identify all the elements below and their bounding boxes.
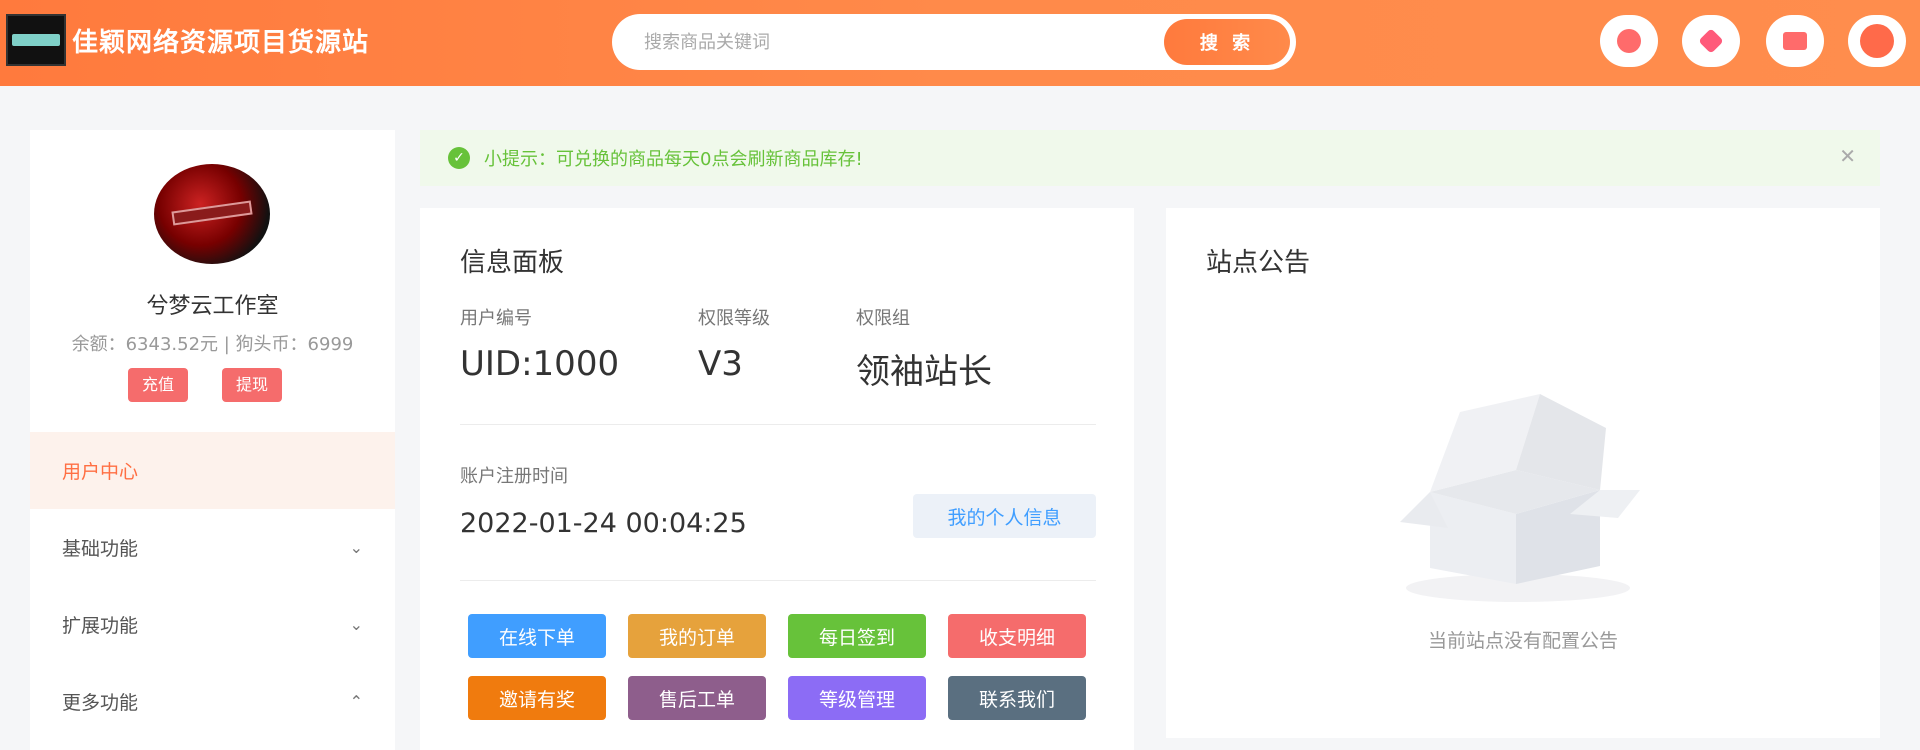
my-profile-button[interactable]: 我的个人信息 bbox=[913, 494, 1096, 538]
reg-time-value: 2022-01-24 00:04:25 bbox=[460, 508, 747, 539]
group-value: 领袖站长 bbox=[856, 352, 992, 392]
sidebar-item-extended[interactable]: 扩展功能 ⌄ bbox=[30, 586, 395, 663]
top-header: 佳颖网络资源项目货源站 搜 索 bbox=[0, 0, 1920, 86]
sidebar-item-label: 用户中心 bbox=[62, 461, 139, 483]
balance-text: 余额：6343.52元 | 狗头币：6999 bbox=[71, 334, 354, 355]
daily-checkin-button[interactable]: 每日签到 bbox=[788, 614, 926, 658]
tip-text: 小提示：可兑换的商品每天0点会刷新商品库存! bbox=[484, 149, 863, 170]
sidebar-item-label: 扩展功能 bbox=[62, 615, 139, 637]
user-icon[interactable] bbox=[1848, 15, 1906, 67]
level-value: V3 bbox=[698, 344, 743, 384]
notice-panel-title: 站点公告 bbox=[1206, 248, 1311, 278]
notice-panel: 站点公告 当前站点没有配置公告 bbox=[1166, 208, 1880, 738]
site-logo[interactable] bbox=[6, 14, 66, 66]
level-label: 权限等级 bbox=[698, 308, 770, 329]
order-online-button[interactable]: 在线下单 bbox=[468, 614, 606, 658]
uid-value: UID:1000 bbox=[460, 344, 620, 384]
sidebar-item-more[interactable]: 更多功能 ⌃ bbox=[30, 663, 395, 740]
level-management-button[interactable]: 等级管理 bbox=[788, 676, 926, 720]
site-title[interactable]: 佳颖网络资源项目货源站 bbox=[72, 22, 369, 59]
tip-alert: ✓ 小提示：可兑换的商品每天0点会刷新商品库存! ✕ bbox=[420, 130, 1880, 186]
close-icon[interactable]: ✕ bbox=[1839, 144, 1856, 168]
uid-label: 用户编号 bbox=[460, 308, 532, 329]
search-input[interactable] bbox=[644, 14, 1144, 70]
chevron-up-icon: ⌃ bbox=[349, 692, 363, 711]
avatar[interactable] bbox=[154, 164, 270, 264]
info-panel: 信息面板 用户编号 UID:1000 权限等级 V3 权限组 领袖站长 账户注册… bbox=[420, 208, 1134, 750]
sidebar-item-label: 更多功能 bbox=[62, 692, 139, 714]
reg-time-label: 账户注册时间 bbox=[460, 466, 568, 487]
search-button[interactable]: 搜 索 bbox=[1164, 19, 1290, 65]
smile-icon[interactable] bbox=[1600, 15, 1658, 67]
user-name: 兮梦云工作室 bbox=[146, 294, 279, 319]
sidebar: 兮梦云工作室 余额：6343.52元 | 狗头币：6999 充值 提现 用户中心… bbox=[30, 130, 395, 750]
divider bbox=[460, 424, 1096, 425]
recharge-button[interactable]: 充值 bbox=[128, 368, 189, 402]
heart-icon[interactable] bbox=[1682, 15, 1740, 67]
search-bar: 搜 索 bbox=[612, 14, 1296, 70]
income-details-button[interactable]: 收支明细 bbox=[948, 614, 1086, 658]
group-label: 权限组 bbox=[856, 308, 910, 329]
info-panel-title: 信息面板 bbox=[460, 248, 565, 278]
check-icon: ✓ bbox=[448, 147, 470, 169]
my-orders-button[interactable]: 我的订单 bbox=[628, 614, 766, 658]
invite-reward-button[interactable]: 邀请有奖 bbox=[468, 676, 606, 720]
divider bbox=[460, 580, 1096, 581]
sidebar-item-user-center[interactable]: 用户中心 bbox=[30, 432, 395, 509]
card-icon[interactable] bbox=[1766, 15, 1824, 67]
withdraw-button[interactable]: 提现 bbox=[222, 368, 283, 402]
avatar-band bbox=[171, 200, 253, 226]
chevron-down-icon: ⌄ bbox=[349, 615, 363, 634]
sidebar-item-label: 基础功能 bbox=[62, 538, 139, 560]
contact-us-button[interactable]: 联系我们 bbox=[948, 676, 1086, 720]
sidebar-item-basic[interactable]: 基础功能 ⌄ bbox=[30, 509, 395, 586]
after-sales-ticket-button[interactable]: 售后工单 bbox=[628, 676, 766, 720]
chevron-down-icon: ⌄ bbox=[349, 538, 363, 557]
empty-notice-text: 当前站点没有配置公告 bbox=[1427, 630, 1618, 652]
empty-box-icon bbox=[1400, 394, 1640, 602]
logo-ribbon bbox=[12, 34, 60, 46]
